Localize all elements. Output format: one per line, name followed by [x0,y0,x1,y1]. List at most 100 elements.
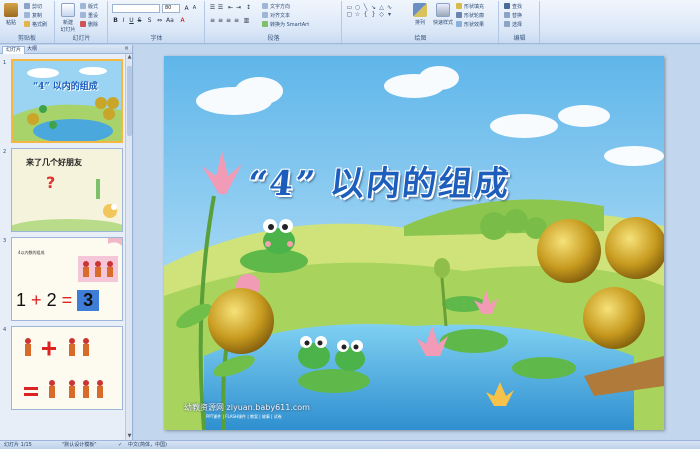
status-language[interactable]: 中文(简体，中国) [128,441,167,449]
italic-button[interactable]: I [120,17,127,24]
increase-indent-icon[interactable]: ⇥ [235,4,242,11]
thumb1-title: “4” 以内的组成 [33,82,98,92]
align-center-icon[interactable]: ≡ [217,17,224,24]
slides-group-label: 幻灯片 [72,35,91,42]
grow-font-icon[interactable]: A [183,5,190,12]
char-spacing-icon[interactable]: ⇔ [156,17,163,24]
slide-title[interactable]: “4” 以内的组成 [245,156,513,205]
bullets-icon[interactable]: ☰ [209,4,216,11]
slides-group: 新建 幻灯片 版式 重设 删除 幻灯片 [56,1,108,43]
slide-canvas[interactable]: “4” 以内的组成 幼教资源网 ziyuan.baby611.com PPT课件… [164,56,664,430]
shapes-gallery[interactable]: ▭ ○ ╲ ↘ △ ∿ ▢ ☆{} ◇ ▾ [346,4,404,18]
brace-shape-icon[interactable]: { [362,11,369,18]
shape-fill-button[interactable]: 形状填充 [456,3,484,11]
eq-a: 1 [16,290,27,310]
slide-thumbnail-1[interactable]: “4” 以内的组成 [11,59,123,143]
slide-thumbnail-2[interactable]: 来了几个好朋友 ? [11,148,123,232]
align-right-icon[interactable]: ≡ [225,17,232,24]
smartart-icon [262,21,268,27]
triangle-shape-icon[interactable]: △ [378,4,385,11]
shape-effects-button[interactable]: 形状效果 [456,21,484,29]
tab-outline[interactable]: 大纲 [24,46,40,53]
arrow-shape-icon[interactable]: ↘ [370,4,377,11]
strikethrough-button[interactable]: S [136,17,143,24]
drawing-group-label: 绘图 [414,35,427,42]
copy-icon [24,12,30,18]
counter-ball [537,219,601,283]
watermark-subline: PPT课件 | FLASH课件 | 教案 | 故事 | 试卷 [206,414,282,419]
equals-icon: = [61,290,73,310]
paint-bucket-icon [456,3,462,9]
quick-styles-button[interactable]: 快速样式 [433,3,453,26]
smartart-button[interactable]: 转换为 SmartArt [262,21,309,29]
arrange-icon [413,3,427,17]
close-icon[interactable]: × [124,45,129,52]
delete-slide-button[interactable]: 删除 [80,21,98,29]
slide-number: 2 [3,149,7,155]
reset-button[interactable]: 重设 [80,12,98,20]
slide-thumbnail-4[interactable] [11,326,123,410]
curve-shape-icon[interactable]: ∿ [386,4,393,11]
font-size-box[interactable]: 80 [162,4,180,13]
eq-c: 3 [77,290,100,311]
thumb2-title: 来了几个好朋友 [26,158,82,167]
cut-button[interactable]: 剪切 [24,3,42,11]
shrink-font-icon[interactable]: A [191,5,198,12]
shadow-button[interactable]: S [146,17,153,24]
counter-ball [208,288,274,354]
arrange-button[interactable]: 排列 [411,3,429,26]
brace-right-shape-icon[interactable]: } [370,11,377,18]
star-shape-icon[interactable]: ☆ [354,11,361,18]
rectangle-shape-icon[interactable]: ▭ [346,4,353,11]
scroll-thumb[interactable] [127,66,132,136]
thumb3-subtitle: 4以内数的组成 [18,250,45,255]
layout-button[interactable]: 版式 [80,3,98,11]
line-spacing-icon[interactable]: ↕ [245,4,252,11]
clipboard-group-label: 剪贴板 [17,35,36,42]
align-text-icon [262,12,268,18]
select-button[interactable]: 选择 [504,21,522,29]
align-left-icon[interactable]: ≡ [209,17,216,24]
text-direction-button[interactable]: 文字方向 [262,3,290,11]
watermark: 幼教资源网 ziyuan.baby611.com [184,403,310,412]
line-shape-icon[interactable]: ╲ [362,4,369,11]
numbering-icon[interactable]: ☰ [217,4,224,11]
scroll-up-icon[interactable]: ▲ [126,54,133,61]
bold-button[interactable]: B [112,17,119,24]
pane-scrollbar[interactable]: ▲ ▼ [125,54,132,440]
scissors-icon [24,3,30,9]
more-shapes-icon[interactable]: ▾ [386,11,393,18]
align-text-button[interactable]: 对齐文本 [262,12,290,20]
editing-group: 查找 替换 选择 编辑 [500,1,540,43]
decrease-indent-icon[interactable]: ⇤ [227,4,234,11]
format-painter-button[interactable]: 格式刷 [24,21,47,29]
copy-button[interactable]: 复制 [24,12,42,20]
equation: 1 + 2 = 3 [16,290,100,311]
editing-group-label: 编辑 [513,35,526,42]
rounded-rect-shape-icon[interactable]: ▢ [346,11,353,18]
replace-button[interactable]: 替换 [504,12,522,20]
scroll-down-icon[interactable]: ▼ [126,433,133,440]
oval-shape-icon[interactable]: ○ [354,4,361,11]
change-case-icon[interactable]: Aa [166,17,174,24]
callout-shape-icon[interactable]: ◇ [378,11,385,18]
shape-outline-button[interactable]: 形状轮廓 [456,12,484,20]
slide-thumbnail-3[interactable]: 4以内数的组成 1 + 2 = 3 [11,237,123,321]
eq-b: 2 [46,290,57,310]
slide-background-art [164,56,664,430]
font-name-box[interactable] [112,4,160,13]
paragraph-group: ☰ ☰ ⇤ ⇥ ↕ ≡ ≡ ≡ ≡ ▥ 文字方向 对齐文本 转换为 SmartA… [206,1,342,43]
new-slide-button[interactable]: 新建 幻灯片 [58,3,78,33]
delete-icon [80,21,86,27]
find-button[interactable]: 查找 [504,3,522,11]
paragraph-group-label: 段落 [267,35,280,42]
paste-button[interactable]: 粘贴 [2,3,20,26]
drawing-group: ▭ ○ ╲ ↘ △ ∿ ▢ ☆{} ◇ ▾ 排列 快速样式 形状填充 形状轮廓 形状效果 绘图 [343,1,499,43]
justify-icon[interactable]: ≡ [233,17,240,24]
columns-icon[interactable]: ▥ [243,17,250,24]
font-color-icon[interactable]: A [179,17,186,24]
underline-button[interactable]: U [128,17,135,24]
effects-icon [456,21,462,27]
binoculars-icon [504,3,510,9]
tab-slides[interactable]: 幻灯片 [2,46,26,54]
